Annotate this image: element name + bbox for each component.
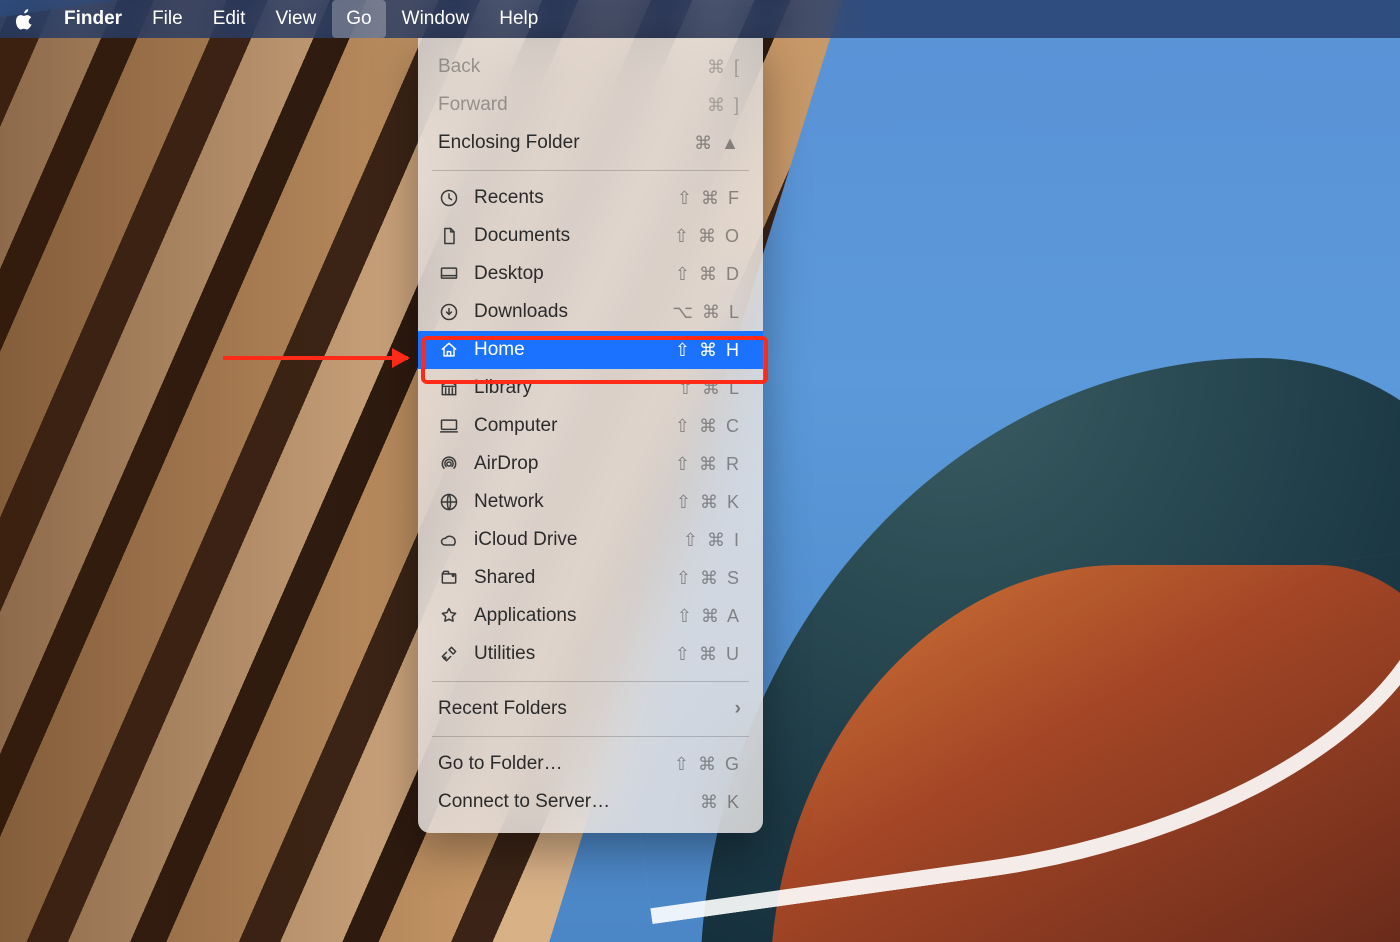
menu-item-shortcut: ⌘ ]	[671, 95, 741, 116]
downloads-icon	[438, 302, 460, 322]
menu-item-label: Desktop	[474, 263, 657, 285]
library-icon	[438, 378, 460, 398]
menu-item-label: Back	[438, 56, 657, 78]
menu-item-shortcut: ⌘ [	[671, 57, 741, 78]
apps-icon	[438, 606, 460, 626]
menu-item-label: Applications	[474, 605, 657, 627]
menu-separator	[432, 736, 749, 737]
menu-item-shortcut: ⇧ ⌘ I	[671, 530, 741, 551]
network-icon	[438, 492, 460, 512]
menu-item-downloads[interactable]: Downloads ⌥ ⌘ L	[418, 293, 763, 331]
go-menu-dropdown: Back ⌘ [ Forward ⌘ ] Enclosing Folder ⌘ ▲ Rece…	[418, 38, 763, 833]
menu-item-documents[interactable]: Documents ⇧ ⌘ O	[418, 217, 763, 255]
menubar-item-file[interactable]: File	[138, 0, 197, 38]
menubar-item-window[interactable]: Window	[388, 0, 484, 38]
menu-item-shortcut: ⇧ ⌘ S	[671, 568, 741, 589]
menu-item-shortcut: ⇧ ⌘ F	[671, 188, 741, 209]
menu-item-desktop[interactable]: Desktop ⇧ ⌘ D	[418, 255, 763, 293]
menu-item-label: iCloud Drive	[474, 529, 657, 551]
home-icon	[438, 340, 460, 360]
menubar-item-edit[interactable]: Edit	[199, 0, 260, 38]
menu-item-label: Downloads	[474, 301, 657, 323]
clock-icon	[438, 188, 460, 208]
desktop-icon	[438, 264, 460, 284]
menu-item-label: Documents	[474, 225, 657, 247]
menu-item-label: Recent Folders	[438, 698, 721, 720]
menu-item-shortcut: ⇧ ⌘ H	[671, 340, 741, 361]
menu-item-label: Shared	[474, 567, 657, 589]
menu-item-shortcut: ⌘ ▲	[671, 133, 741, 154]
menu-item-shortcut: ⇧ ⌘ D	[671, 264, 741, 285]
menu-item-computer[interactable]: Computer ⇧ ⌘ C	[418, 407, 763, 445]
chevron-right-icon: ›	[735, 698, 741, 720]
menu-item-forward: Forward ⌘ ]	[418, 86, 763, 124]
computer-icon	[438, 416, 460, 436]
menu-separator	[432, 170, 749, 171]
menubar: Finder FileEditViewGoWindowHelp	[0, 0, 1400, 38]
menu-item-shortcut: ⇧ ⌘ K	[671, 492, 741, 513]
menubar-app-name[interactable]: Finder	[50, 0, 136, 38]
menubar-item-go[interactable]: Go	[332, 0, 385, 38]
menu-item-shortcut: ⇧ ⌘ O	[671, 226, 741, 247]
menu-item-utilities[interactable]: Utilities ⇧ ⌘ U	[418, 635, 763, 673]
menubar-item-help[interactable]: Help	[485, 0, 552, 38]
menu-item-label: Computer	[474, 415, 657, 437]
airdrop-icon	[438, 454, 460, 474]
menu-item-library[interactable]: Library ⇧ ⌘ L	[418, 369, 763, 407]
menu-item-shortcut: ⇧ ⌘ U	[671, 644, 741, 665]
menu-item-shortcut: ⌥ ⌘ L	[671, 302, 741, 323]
menu-item-label: Network	[474, 491, 657, 513]
menu-item-shared[interactable]: Shared ⇧ ⌘ S	[418, 559, 763, 597]
menu-item-shortcut: ⇧ ⌘ L	[671, 378, 741, 399]
menu-item-label: Library	[474, 377, 657, 399]
menu-item-label: Recents	[474, 187, 657, 209]
menu-item-label: Home	[474, 339, 657, 361]
menu-item-shortcut: ⇧ ⌘ R	[671, 454, 741, 475]
menu-item-recentfolders[interactable]: Recent Folders ›	[418, 690, 763, 728]
menu-separator	[432, 681, 749, 682]
menu-item-apps[interactable]: Applications ⇧ ⌘ A	[418, 597, 763, 635]
menu-item-label: Forward	[438, 94, 657, 116]
menu-item-shortcut: ⇧ ⌘ G	[671, 754, 741, 775]
menu-item-label: Enclosing Folder	[438, 132, 657, 154]
utilities-icon	[438, 644, 460, 664]
menu-item-home[interactable]: Home ⇧ ⌘ H	[418, 331, 763, 369]
menu-item-shortcut: ⇧ ⌘ A	[671, 606, 741, 627]
menu-item-connect[interactable]: Connect to Server… ⌘ K	[418, 783, 763, 821]
menu-item-enclosing[interactable]: Enclosing Folder ⌘ ▲	[418, 124, 763, 162]
menu-item-airdrop[interactable]: AirDrop ⇧ ⌘ R	[418, 445, 763, 483]
menu-item-back: Back ⌘ [	[418, 48, 763, 86]
menu-item-shortcut: ⇧ ⌘ C	[671, 416, 741, 437]
menu-item-label: AirDrop	[474, 453, 657, 475]
menu-item-icloud[interactable]: iCloud Drive ⇧ ⌘ I	[418, 521, 763, 559]
menu-item-label: Go to Folder…	[438, 753, 657, 775]
apple-menu-icon[interactable]	[14, 8, 36, 30]
menu-item-label: Utilities	[474, 643, 657, 665]
document-icon	[438, 226, 460, 246]
menu-item-gotofolder[interactable]: Go to Folder… ⇧ ⌘ G	[418, 745, 763, 783]
shared-icon	[438, 568, 460, 588]
menu-item-recents[interactable]: Recents ⇧ ⌘ F	[418, 179, 763, 217]
menu-item-label: Connect to Server…	[438, 791, 657, 813]
cloud-icon	[438, 530, 460, 550]
menu-item-network[interactable]: Network ⇧ ⌘ K	[418, 483, 763, 521]
menu-item-shortcut: ⌘ K	[671, 792, 741, 813]
menubar-item-view[interactable]: View	[261, 0, 330, 38]
